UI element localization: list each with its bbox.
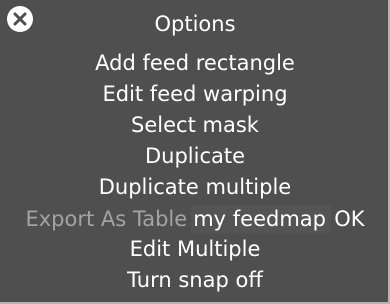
edit-feed-warping-item[interactable]: Edit feed warping bbox=[0, 79, 390, 110]
export-ok-button[interactable]: OK bbox=[334, 207, 364, 231]
duplicate-item[interactable]: Duplicate bbox=[0, 141, 390, 172]
turn-snap-off-item[interactable]: Turn snap off bbox=[0, 265, 390, 296]
options-menu: Add feed rectangle Edit feed warping Sel… bbox=[0, 48, 390, 296]
add-feed-rectangle-item[interactable]: Add feed rectangle bbox=[0, 48, 390, 79]
menu-title: Options bbox=[154, 12, 236, 36]
select-mask-item[interactable]: Select mask bbox=[0, 110, 390, 141]
export-as-table-label: Export As Table bbox=[25, 206, 188, 231]
duplicate-multiple-item[interactable]: Duplicate multiple bbox=[0, 172, 390, 203]
export-as-table-row: Export As Table OK bbox=[0, 203, 390, 234]
export-filename-input[interactable] bbox=[191, 204, 332, 233]
options-panel: Options Add feed rectangle Edit feed war… bbox=[0, 0, 390, 304]
edit-multiple-item[interactable]: Edit Multiple bbox=[0, 234, 390, 265]
